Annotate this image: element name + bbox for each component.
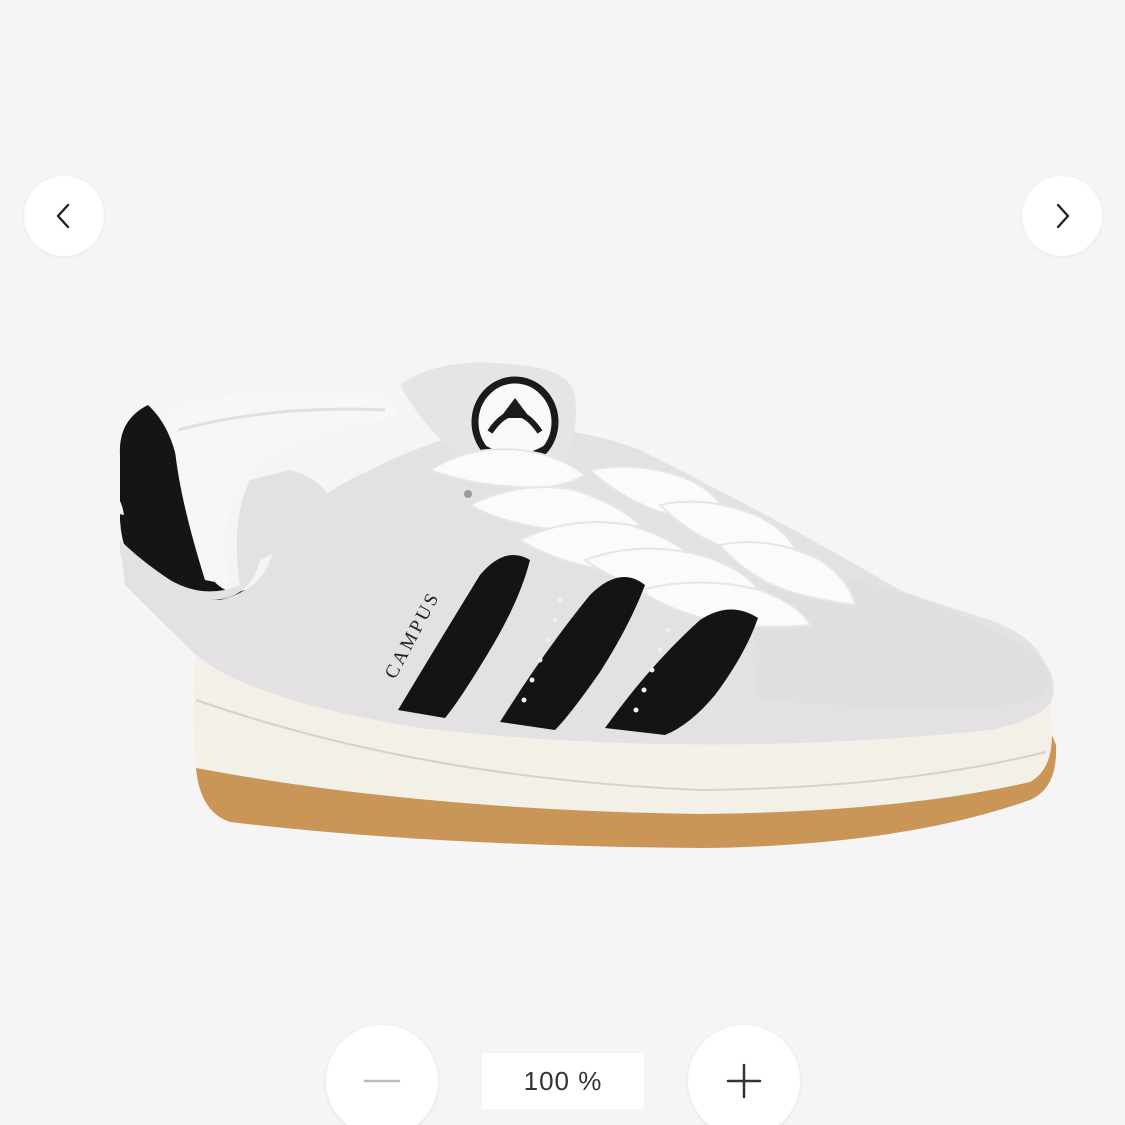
image-viewer: CAMPUS 100 % <box>0 0 1125 1125</box>
plus-icon <box>726 1063 762 1099</box>
zoom-out-button[interactable] <box>326 1025 438 1125</box>
zoom-level-display: 100 % <box>482 1053 644 1109</box>
next-image-button[interactable] <box>1022 176 1102 256</box>
product-image: CAMPUS <box>82 362 1057 848</box>
zoom-controls: 100 % <box>0 1025 1125 1125</box>
previous-image-button[interactable] <box>24 176 104 256</box>
chevron-left-icon <box>56 203 70 229</box>
chevron-right-icon <box>1056 203 1070 229</box>
minus-icon <box>363 1079 401 1083</box>
zoom-in-button[interactable] <box>688 1025 800 1125</box>
